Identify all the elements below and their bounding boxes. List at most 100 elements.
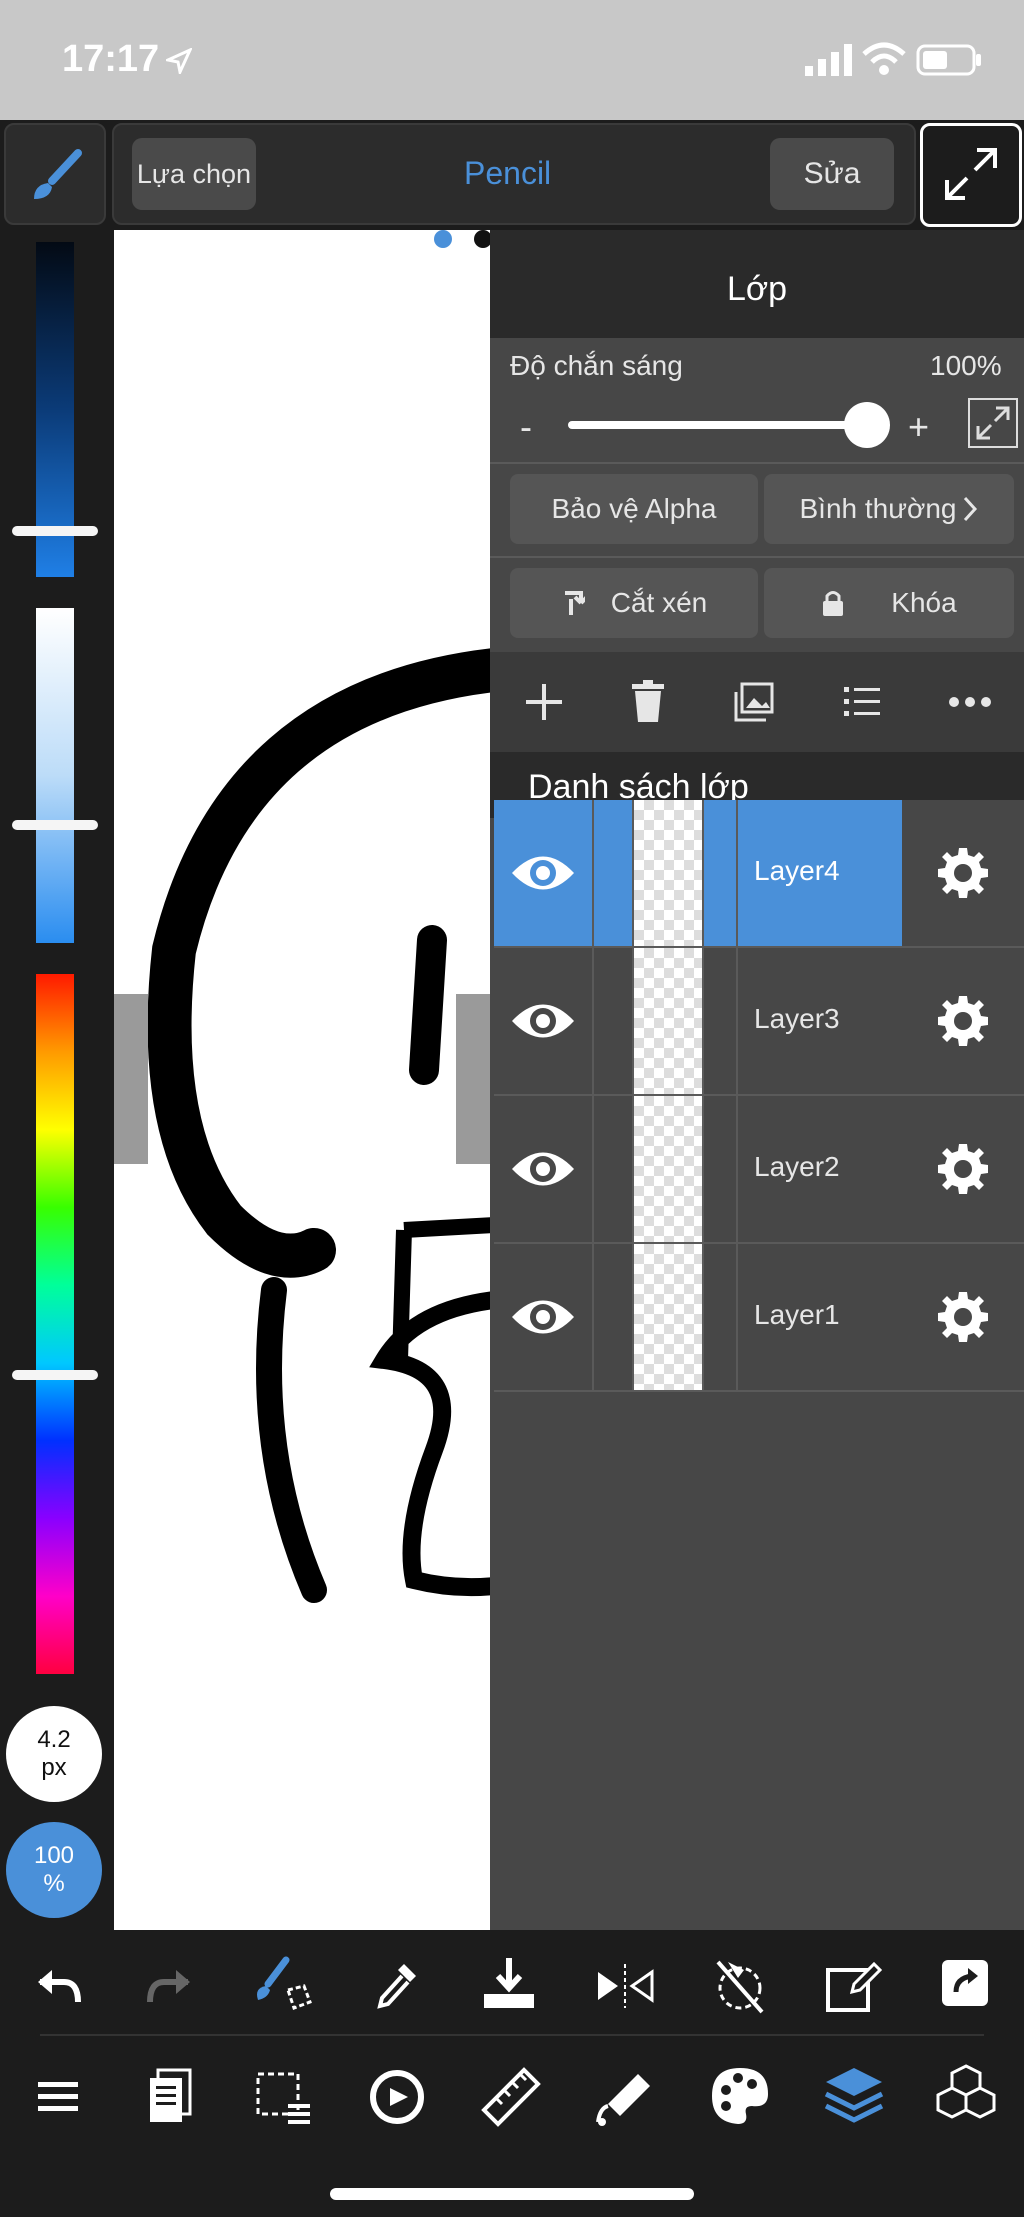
visibility-toggle[interactable] (494, 948, 594, 1094)
wifi-icon (862, 42, 906, 75)
layer-row[interactable]: Layer4 (494, 800, 1024, 948)
expand-icon (976, 406, 1010, 440)
layer-name: Layer1 (754, 1299, 840, 1330)
lock-icon (823, 591, 844, 616)
more-options-icon[interactable] (948, 696, 992, 708)
layer-thumbnail (634, 948, 704, 1094)
panel-expand-button[interactable] (968, 398, 1018, 448)
signal-icon (805, 44, 852, 76)
eye-icon (512, 1004, 574, 1038)
layer-thumbnail (634, 1096, 704, 1242)
hue-handle[interactable] (12, 1370, 98, 1380)
redo-icon[interactable] (146, 1966, 194, 2006)
lock-button[interactable]: Khóa (764, 568, 1014, 638)
materials-icon[interactable] (934, 2062, 998, 2128)
expand-icon (945, 148, 997, 200)
layer-row[interactable]: Layer1 (494, 1244, 1024, 1392)
opacity-label: Độ chắn sáng (510, 350, 683, 381)
flip-icon[interactable] (594, 1964, 656, 2008)
opacity-plus-button[interactable]: + (908, 406, 929, 448)
edit-layer-icon[interactable] (824, 1958, 882, 2014)
location-icon (166, 48, 192, 74)
color-sliders-column: 4.2 px 100 % (0, 230, 114, 1930)
panel-header: Lớp (490, 230, 1024, 338)
brush-opacity-value: 100 (33, 1842, 75, 1869)
status-bar: 17:17 (0, 0, 1024, 120)
select-label: Lựa chọn (136, 158, 252, 189)
gear-icon[interactable] (936, 1290, 990, 1344)
alpha-protect-button[interactable]: Bảo vệ Alpha (510, 474, 758, 544)
brush-size-unit: px (41, 1754, 67, 1781)
selection-icon[interactable] (254, 2070, 314, 2126)
brush-size-button[interactable]: 4.2 px (6, 1706, 102, 1802)
saturation-handle[interactable] (12, 820, 98, 830)
hue-slider[interactable] (36, 974, 74, 1674)
opacity-value: 100% (930, 350, 1002, 381)
blend-mode-button[interactable]: Bình thường (764, 474, 1014, 544)
brush-transform-icon[interactable] (254, 1956, 314, 2016)
select-button[interactable]: Lựa chọn (132, 138, 256, 210)
eye-icon (512, 1152, 574, 1186)
layers-icon[interactable] (822, 2064, 886, 2128)
opacity-slider-thumb[interactable] (844, 402, 890, 448)
clipping-icon (564, 591, 585, 615)
layer-image-icon[interactable] (734, 682, 774, 722)
layer-actions-bar (490, 652, 1024, 752)
rotate-icon[interactable] (366, 2066, 428, 2128)
sketch-drawing (114, 648, 490, 1603)
add-layer-icon[interactable] (524, 682, 564, 722)
edit-label: Sửa (803, 157, 861, 190)
ruler-icon[interactable] (480, 2066, 542, 2128)
visibility-toggle[interactable] (494, 1244, 594, 1390)
chevron-right-icon (964, 496, 978, 522)
layer-settings-area (902, 800, 1024, 946)
eye-icon (512, 1300, 574, 1334)
layer-name: Layer2 (754, 1151, 840, 1182)
gear-icon[interactable] (936, 846, 990, 900)
home-indicator (330, 2188, 694, 2200)
drawing-canvas[interactable] (114, 230, 490, 1930)
pages-icon[interactable] (146, 2068, 194, 2126)
panel-title: Lớp (726, 270, 788, 308)
layer-row[interactable]: Layer3 (494, 948, 1024, 1096)
bottom-toolbar (0, 1930, 1024, 2217)
tool-name[interactable]: Pencil (464, 155, 551, 192)
delete-layer-icon[interactable] (630, 680, 666, 722)
fill-icon[interactable] (594, 2066, 656, 2128)
undo-icon[interactable] (34, 1966, 82, 2006)
gear-icon[interactable] (936, 994, 990, 1048)
layer-thumbnail (634, 1244, 704, 1390)
opacity-minus-button[interactable]: - (520, 406, 532, 448)
edit-button[interactable]: Sửa (770, 138, 894, 210)
snap-icon[interactable] (712, 1956, 768, 2016)
lock-label: Khóa (891, 587, 957, 618)
import-icon[interactable] (480, 1956, 538, 2014)
brush-icon (34, 149, 82, 199)
brush-opacity-button[interactable]: 100 % (6, 1822, 102, 1918)
fullscreen-button[interactable] (920, 123, 1022, 227)
share-icon[interactable] (942, 1960, 988, 2006)
eye-icon (512, 856, 574, 890)
opacity-slider[interactable] (568, 421, 860, 429)
gear-icon[interactable] (936, 1142, 990, 1196)
layer-name: Layer3 (754, 1003, 840, 1034)
saturation-slider[interactable] (36, 608, 74, 943)
eyedropper-icon[interactable] (374, 1960, 420, 2010)
clipping-button[interactable]: Cắt xén (510, 568, 758, 638)
brush-size-value: 4.2 (37, 1726, 71, 1753)
menu-icon[interactable] (38, 2080, 78, 2114)
blend-mode-label: Bình thường (799, 493, 957, 524)
alpha-protect-label: Bảo vệ Alpha (551, 493, 717, 524)
top-toolbar: Lựa chọn Pencil Sửa (0, 120, 1024, 230)
layer-list-icon[interactable] (844, 684, 880, 718)
brush-tool-button[interactable] (4, 123, 106, 225)
brightness-handle[interactable] (12, 526, 98, 536)
layer-row[interactable]: Layer2 (494, 1096, 1024, 1244)
status-time: 17:17 (62, 38, 160, 80)
visibility-toggle[interactable] (494, 800, 594, 946)
palette-icon[interactable] (708, 2064, 772, 2128)
tool-bar-center: Lựa chọn Pencil Sửa (112, 123, 916, 225)
visibility-toggle[interactable] (494, 1096, 594, 1242)
layer-thumbnail (634, 800, 704, 946)
battery-icon (916, 44, 981, 76)
